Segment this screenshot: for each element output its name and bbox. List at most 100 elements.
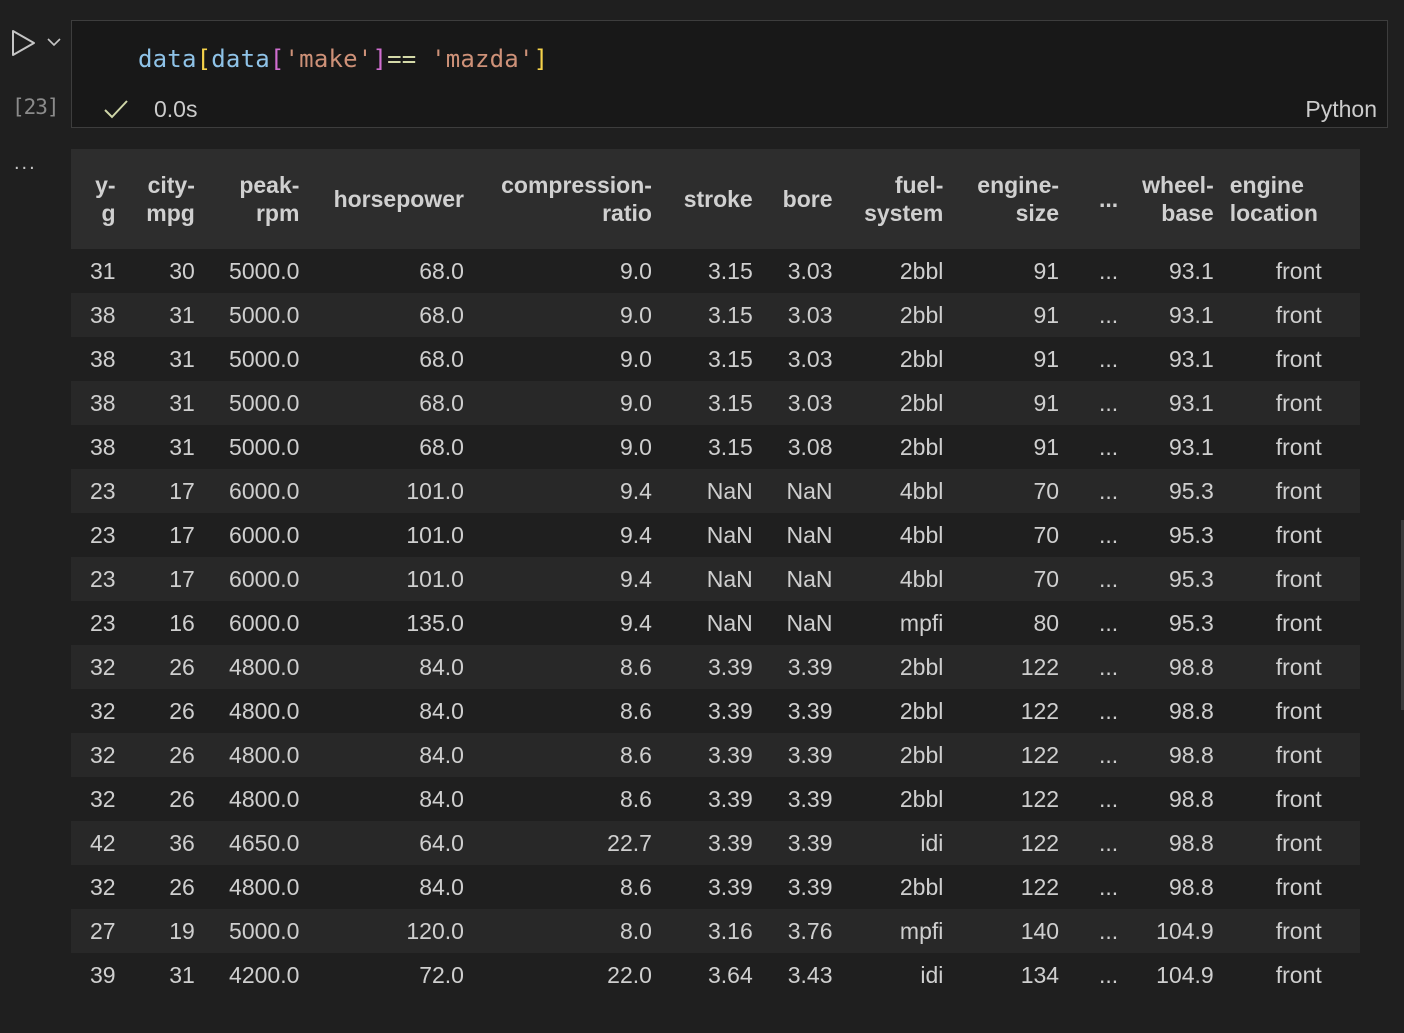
- table-cell: 98.8: [1168, 741, 1214, 768]
- code-token: data: [211, 45, 270, 73]
- execution-time: 0.0s: [154, 96, 198, 122]
- table-cell: 38: [89, 345, 116, 372]
- column-header[interactable]: engine-size: [959, 149, 1075, 249]
- table-cell: 101.0: [406, 565, 464, 592]
- table-cell: 4bbl: [899, 521, 944, 548]
- table-cell: 3.76: [787, 917, 833, 944]
- table-cell: 68.0: [419, 345, 464, 372]
- table-cell: 3.39: [707, 653, 753, 680]
- column-header[interactable]: city-mpg: [132, 149, 211, 249]
- table-cell: front: [1275, 653, 1322, 680]
- table-cell: 23: [89, 477, 116, 504]
- table-cell: 95.3: [1168, 521, 1214, 548]
- table-cell: ...: [1099, 389, 1119, 416]
- column-header[interactable]: bore: [769, 149, 849, 249]
- table-cell: 26: [169, 741, 195, 768]
- table-cell: 2bbl: [899, 257, 944, 284]
- table-cell: 122: [1020, 785, 1060, 812]
- table-cell: 38: [89, 389, 116, 416]
- table-cell: 3.39: [787, 697, 833, 724]
- table-cell: 2bbl: [899, 741, 944, 768]
- table-cell: 122: [1020, 829, 1060, 856]
- table-cell: 36: [169, 829, 195, 856]
- code-token: data: [138, 45, 197, 73]
- table-cell: 9.0: [619, 389, 652, 416]
- table-cell: 68.0: [419, 389, 464, 416]
- table-row: 38 31 5000.0 68.0 9.0 3.15 3.03 2bbl 91... 93.1 fr…: [71, 293, 1360, 337]
- table-cell: 68.0: [419, 257, 464, 284]
- column-header-line: engine-: [977, 172, 1060, 198]
- table-cell: 4800.0: [229, 741, 300, 768]
- table-cell: 2bbl: [899, 345, 944, 372]
- table-cell: front: [1275, 301, 1322, 328]
- table-cell: 91: [1033, 433, 1060, 460]
- column-header-line: stroke: [683, 186, 753, 212]
- column-header[interactable]: peak-rpm: [211, 149, 316, 249]
- table-cell: 91: [1033, 301, 1060, 328]
- column-header[interactable]: fuel-system: [849, 149, 960, 249]
- table-cell: 84.0: [419, 873, 464, 900]
- table-cell: 3.39: [787, 653, 833, 680]
- code-cell-editor[interactable]: data[data['make']== 'mazda'] 0.0s Python: [71, 20, 1388, 128]
- table-cell: 93.1: [1168, 345, 1214, 372]
- table-row: 32 26 4800.0 84.0 8.6 3.39 3.39 2bbl 122... 98.8 f…: [71, 689, 1360, 733]
- code-token: ]: [372, 45, 388, 73]
- table-cell: 84.0: [419, 697, 464, 724]
- column-header[interactable]: horsepower: [315, 149, 480, 249]
- table-cell: 22.0: [607, 961, 652, 988]
- check-icon: [104, 100, 128, 119]
- table-cell: 3.15: [707, 433, 753, 460]
- language-selector[interactable]: Python: [1305, 96, 1377, 123]
- table-row: 32 26 4800.0 84.0 8.6 3.39 3.39 2bbl 122... 98.8 f…: [71, 865, 1360, 909]
- run-cell-icon[interactable]: [8, 28, 38, 58]
- table-cell: 3.03: [787, 257, 833, 284]
- table-cell: 135.0: [406, 609, 464, 636]
- column-header[interactable]: compression-ratio: [480, 149, 668, 249]
- table-cell: mpfi: [899, 609, 944, 636]
- table-row: 38 31 5000.0 68.0 9.0 3.15 3.03 2bbl 91... 93.1 fr…: [71, 337, 1360, 381]
- output-more-actions[interactable]: ...: [14, 152, 37, 175]
- column-header-line: horsepower: [333, 186, 464, 212]
- table-cell: 9.4: [619, 565, 652, 592]
- table-cell: ...: [1099, 697, 1119, 724]
- code-token: 'mazda': [431, 45, 534, 73]
- execution-count: [23]: [12, 95, 60, 119]
- table-cell: 17: [169, 565, 195, 592]
- table-cell: NaN: [706, 609, 753, 636]
- table-cell: front: [1275, 565, 1322, 592]
- table-cell: front: [1275, 917, 1322, 944]
- column-header[interactable]: ...: [1075, 149, 1142, 249]
- table-cell: front: [1275, 829, 1322, 856]
- table-cell: 3.39: [787, 785, 833, 812]
- table-cell: 2bbl: [899, 785, 944, 812]
- table-cell: 2bbl: [899, 389, 944, 416]
- table-cell: 32: [89, 741, 116, 768]
- table-row: 32 26 4800.0 84.0 8.6 3.39 3.39 2bbl 122... 98.8 f…: [71, 777, 1360, 821]
- column-header[interactable]: engine location: [1230, 149, 1360, 249]
- table-cell: mpfi: [899, 917, 944, 944]
- table-cell: 3.15: [707, 257, 753, 284]
- table-cell: 3.16: [707, 917, 753, 944]
- table-cell: 3.39: [707, 829, 753, 856]
- table-cell: 16: [169, 609, 195, 636]
- chevron-down-icon[interactable]: [44, 32, 64, 52]
- table-cell: 70: [1033, 477, 1060, 504]
- table-cell: 3.39: [707, 873, 753, 900]
- table-cell: 8.6: [619, 653, 652, 680]
- table-cell: 84.0: [419, 653, 464, 680]
- table-cell: 27: [89, 917, 116, 944]
- column-header[interactable]: stroke: [668, 149, 769, 249]
- table-cell: 68.0: [419, 433, 464, 460]
- column-header[interactable]: y-g: [71, 149, 132, 249]
- table-cell: 6000.0: [229, 609, 300, 636]
- column-header-line: g: [101, 200, 116, 226]
- column-header[interactable]: wheel-base: [1142, 149, 1230, 249]
- table-cell: 3.03: [787, 301, 833, 328]
- table-cell: 3.15: [707, 389, 753, 416]
- table-cell: 68.0: [419, 301, 464, 328]
- code-line[interactable]: data[data['make']== 'mazda']: [138, 45, 548, 73]
- table-cell: 39: [89, 961, 116, 988]
- table-cell: front: [1275, 873, 1322, 900]
- table-cell: 101.0: [406, 521, 464, 548]
- table-row: 27 19 5000.0 120.0 8.0 3.16 3.76 mpfi 140... 104.…: [71, 909, 1360, 953]
